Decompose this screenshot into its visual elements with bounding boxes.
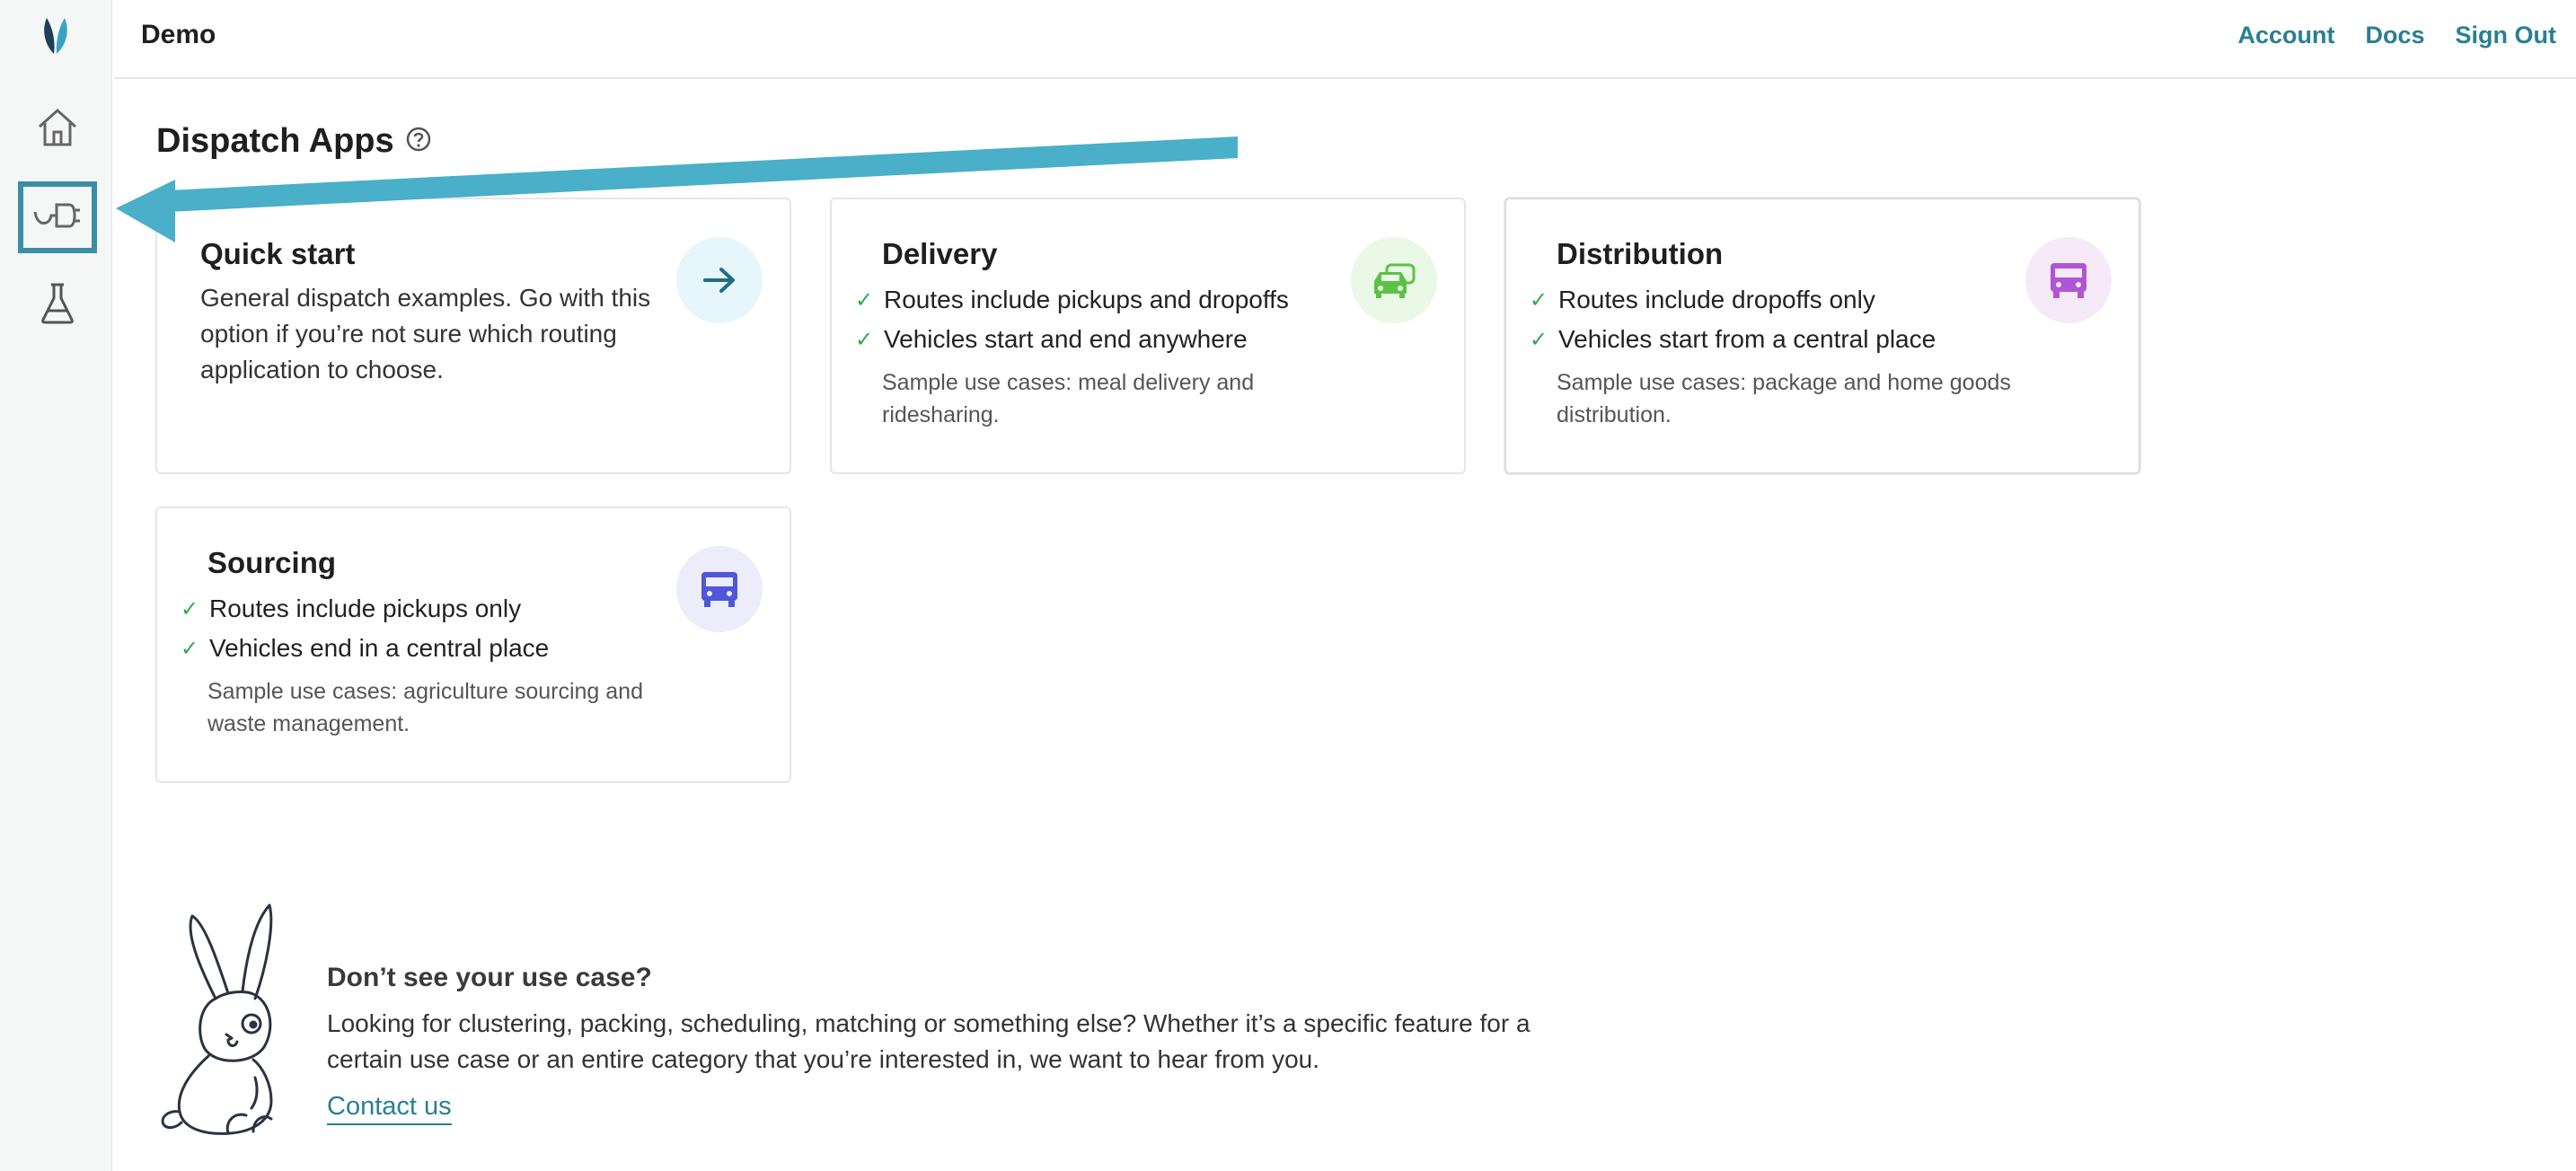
bunny-illustration — [153, 898, 296, 1140]
use-case-cta: Don’t see your use case? Looking for clu… — [327, 963, 1584, 1125]
card-sample: Sample use cases: package and home goods… — [1557, 370, 2011, 427]
nav-sign-out-link[interactable]: Sign Out — [2456, 22, 2556, 49]
bullet-item: ✓ Vehicles start from a central place — [1530, 320, 2069, 359]
cta-title: Don’t see your use case? — [327, 963, 652, 992]
bullet-item: ✓ Routes include dropoffs only — [1530, 280, 2069, 320]
bullet-text: Routes include pickups only — [209, 594, 522, 622]
check-icon: ✓ — [855, 327, 874, 352]
logo-icon[interactable] — [36, 14, 75, 57]
bullet-item: ✓ Routes include pickups only — [181, 589, 719, 629]
help-icon[interactable] — [405, 126, 432, 157]
sidebar — [0, 0, 112, 1171]
top-bar: Demo Account Docs Sign Out — [114, 0, 2576, 79]
bullet-item: ✓ Vehicles end in a central place — [181, 629, 719, 668]
card-title: Distribution — [1557, 237, 1724, 270]
sidebar-item-home[interactable] — [18, 93, 97, 165]
bullet-item: ✓ Vehicles start and end anywhere — [855, 320, 1394, 359]
card-title: Sourcing — [207, 546, 337, 579]
card-sample: Sample use cases: agriculture sourcing a… — [207, 679, 643, 736]
contact-us-link[interactable]: Contact us — [327, 1092, 452, 1125]
cta-body: Looking for clustering, packing, schedul… — [327, 1009, 1531, 1073]
card-description: General dispatch examples. Go with this … — [200, 284, 651, 383]
check-icon: ✓ — [855, 287, 874, 313]
page-title: Dispatch Apps — [156, 122, 394, 160]
plug-icon — [33, 199, 82, 236]
card-bullets: ✓ Routes include pickups and dropoffs ✓ Ve… — [855, 280, 1394, 359]
truck-icon — [676, 546, 763, 632]
bullet-text: Vehicles end in a central place — [209, 634, 550, 662]
card-sourcing[interactable]: Sourcing ✓ Routes include pickups only ✓ V… — [155, 506, 791, 783]
card-distribution[interactable]: Distribution ✓ Routes include dropoffs on… — [1504, 198, 2140, 474]
app-title: Demo — [141, 20, 216, 49]
bullet-text: Routes include pickups and dropoffs — [884, 286, 1289, 313]
sidebar-item-apps[interactable] — [18, 181, 97, 253]
sidebar-item-lab[interactable] — [18, 269, 97, 341]
flask-icon — [40, 282, 75, 330]
bullet-text: Vehicles start from a central place — [1558, 325, 1936, 353]
card-quick-start[interactable]: Quick start General dispatch examples. G… — [155, 198, 791, 474]
home-icon — [36, 107, 79, 153]
card-bullets: ✓ Routes include dropoffs only ✓ Vehicles … — [1530, 280, 2069, 359]
bullet-text: Routes include dropoffs only — [1558, 286, 1875, 313]
nav-account-link[interactable]: Account — [2237, 22, 2334, 49]
card-title: Delivery — [882, 237, 998, 270]
cars-icon — [1351, 237, 1437, 323]
top-nav: Account Docs Sign Out — [2237, 22, 2556, 49]
nav-docs-link[interactable]: Docs — [2365, 22, 2424, 49]
truck-icon — [2025, 237, 2112, 323]
check-icon: ✓ — [1530, 327, 1548, 352]
check-icon: ✓ — [181, 596, 199, 621]
check-icon: ✓ — [181, 636, 199, 661]
bullet-text: Vehicles start and end anywhere — [884, 325, 1248, 353]
card-delivery[interactable]: Delivery ✓ Routes include pickups and dro… — [830, 198, 1466, 474]
card-bullets: ✓ Routes include pickups only ✓ Vehicles e… — [181, 589, 719, 668]
check-icon: ✓ — [1530, 287, 1548, 313]
bullet-item: ✓ Routes include pickups and dropoffs — [855, 280, 1394, 320]
section-header: Dispatch Apps — [156, 122, 432, 161]
card-title: Quick start — [200, 237, 356, 270]
arrow-right-icon — [676, 237, 763, 323]
card-sample: Sample use cases: meal delivery and ride… — [882, 370, 1255, 427]
